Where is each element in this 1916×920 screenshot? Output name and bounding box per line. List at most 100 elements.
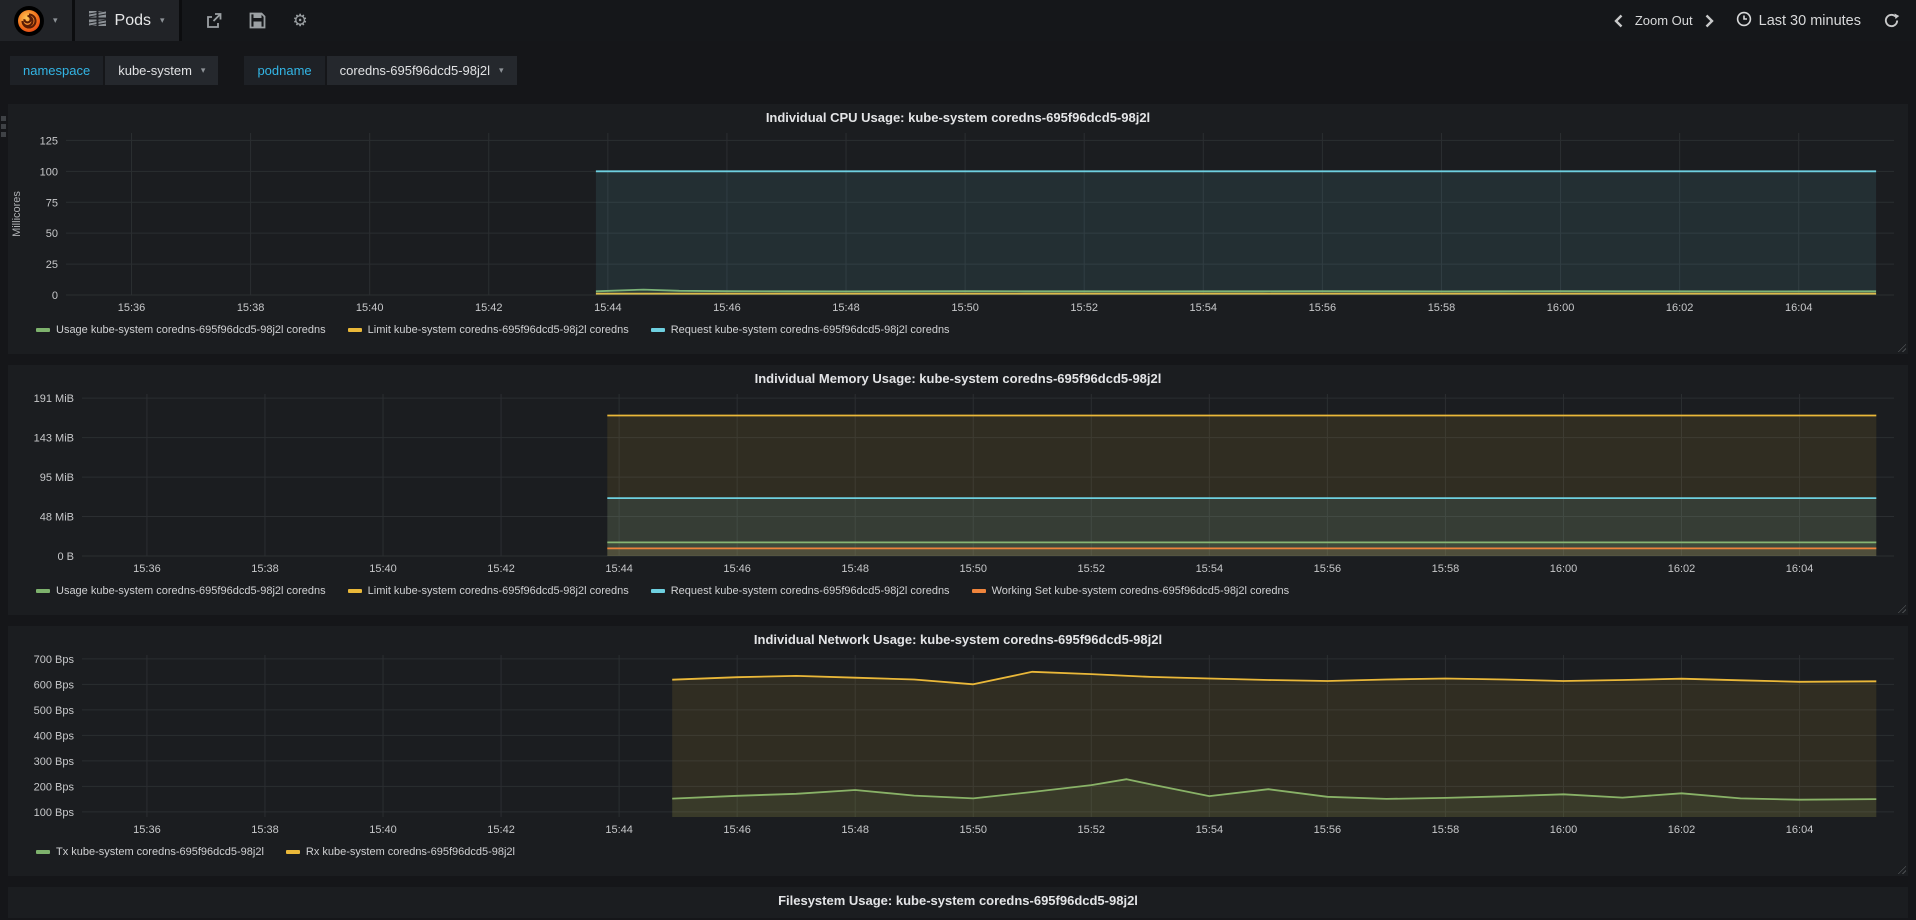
svg-text:15:54: 15:54 (1196, 824, 1224, 836)
svg-text:700 Bps: 700 Bps (34, 654, 75, 666)
clock-icon (1736, 11, 1752, 31)
chevron-down-icon: ▾ (499, 65, 504, 75)
svg-text:100 Bps: 100 Bps (34, 807, 75, 819)
save-button[interactable] (249, 12, 266, 29)
svg-text:15:50: 15:50 (951, 302, 979, 314)
legend-item[interactable]: Usage kube-system coredns-695f96dcd5-98j… (36, 585, 326, 597)
svg-text:16:02: 16:02 (1668, 563, 1696, 575)
svg-text:15:48: 15:48 (841, 563, 869, 575)
cpu-usage-chart[interactable]: 0 25 50 75 100 125 15:36 15:38 15:40 15:42 15:44 15… (8, 127, 1908, 319)
svg-text:15:56: 15:56 (1314, 563, 1342, 575)
legend-item[interactable]: Request kube-system coredns-695f96dcd5-9… (650, 585, 950, 597)
panel-drag-handle[interactable] (1, 116, 6, 137)
svg-text:15:46: 15:46 (723, 824, 751, 836)
legend-item[interactable]: Limit kube-system coredns-695f96dcd5-98j… (347, 585, 629, 597)
svg-text:300 Bps: 300 Bps (34, 756, 75, 768)
svg-text:15:56: 15:56 (1314, 824, 1342, 836)
variable-podname-value-dropdown[interactable]: coredns-695f96dcd5-98j2l ▾ (326, 56, 517, 85)
svg-text:75: 75 (46, 197, 58, 209)
zoom-out-button[interactable]: Zoom Out (1635, 13, 1693, 28)
legend-item[interactable]: Tx kube-system coredns-695f96dcd5-98j2l (36, 846, 264, 858)
svg-text:15:46: 15:46 (723, 563, 751, 575)
legend-series-label: Working Set kube-system coredns-695f96dc… (991, 585, 1290, 597)
svg-text:15:44: 15:44 (605, 824, 633, 836)
panel-resize-handle[interactable] (1896, 603, 1906, 613)
legend-item[interactable]: Limit kube-system coredns-695f96dcd5-98j… (347, 324, 629, 336)
svg-text:15:40: 15:40 (369, 824, 397, 836)
grafana-logo-icon (14, 5, 44, 36)
memory-legend: Usage kube-system coredns-695f96dcd5-98j… (36, 580, 1908, 602)
navbar-time-controls: Zoom Out Last 30 minutes (1614, 0, 1916, 41)
legend-item[interactable]: Usage kube-system coredns-695f96dcd5-98j… (36, 324, 326, 336)
cpu-legend: Usage kube-system coredns-695f96dcd5-98j… (36, 319, 1908, 341)
svg-text:16:04: 16:04 (1786, 824, 1814, 836)
legend-item[interactable]: Working Set kube-system coredns-695f96dc… (971, 585, 1290, 597)
panel-title[interactable]: Individual Network Usage: kube-system co… (8, 626, 1908, 649)
svg-text:16:00: 16:00 (1547, 302, 1575, 314)
memory-usage-chart[interactable]: 0 B 48 MiB 95 MiB 143 MiB 191 MiB 15:36 15:38 1… (8, 388, 1908, 580)
legend-item[interactable]: Rx kube-system coredns-695f96dcd5-98j2l (285, 846, 515, 858)
svg-text:48 MiB: 48 MiB (40, 512, 74, 524)
navbar-tools: ⚙ (182, 0, 330, 41)
dashboard-caret-icon: ▾ (160, 15, 165, 25)
panel-title[interactable]: Individual Memory Usage: kube-system cor… (8, 365, 1908, 388)
panel-resize-handle[interactable] (1896, 342, 1906, 352)
panel-title[interactable]: Filesystem Usage: kube-system coredns-69… (8, 887, 1908, 910)
legend-series-swatch (347, 589, 362, 593)
svg-text:15:38: 15:38 (237, 302, 265, 314)
navbar-sections: ▾ Pods ▾ (0, 0, 182, 41)
svg-text:25: 25 (46, 259, 58, 271)
svg-text:15:58: 15:58 (1428, 302, 1456, 314)
svg-text:15:48: 15:48 (841, 824, 869, 836)
svg-text:15:44: 15:44 (594, 302, 622, 314)
svg-text:125: 125 (40, 135, 58, 147)
svg-text:15:42: 15:42 (487, 824, 515, 836)
time-shift-forward-button[interactable] (1705, 14, 1714, 28)
svg-text:50: 50 (46, 228, 58, 240)
svg-text:15:52: 15:52 (1070, 302, 1098, 314)
legend-series-label: Tx kube-system coredns-695f96dcd5-98j2l (56, 846, 264, 858)
legend-series-swatch (285, 850, 300, 854)
legend-item[interactable]: Request kube-system coredns-695f96dcd5-9… (650, 324, 950, 336)
grafana-menu-caret-icon: ▾ (53, 15, 58, 25)
svg-text:15:52: 15:52 (1078, 824, 1106, 836)
variable-podname-value: coredns-695f96dcd5-98j2l (339, 63, 490, 78)
svg-text:143 MiB: 143 MiB (34, 433, 74, 445)
svg-text:15:58: 15:58 (1432, 563, 1460, 575)
settings-gear-icon[interactable]: ⚙ (293, 12, 308, 29)
dashboard-picker[interactable]: Pods ▾ (74, 0, 179, 41)
svg-text:15:54: 15:54 (1196, 563, 1224, 575)
time-range-label: Last 30 minutes (1758, 12, 1861, 29)
svg-text:15:54: 15:54 (1190, 302, 1218, 314)
svg-text:95 MiB: 95 MiB (40, 472, 74, 484)
time-shift-back-button[interactable] (1614, 14, 1623, 28)
network-usage-chart[interactable]: 100 Bps 200 Bps 300 Bps 400 Bps 500 Bps 600 B… (8, 649, 1908, 841)
svg-text:15:44: 15:44 (605, 563, 633, 575)
dashboard-grid-icon (88, 10, 106, 31)
svg-text:600 Bps: 600 Bps (34, 679, 75, 691)
svg-text:15:50: 15:50 (959, 824, 987, 836)
time-range-picker[interactable]: Last 30 minutes (1736, 11, 1861, 31)
share-button[interactable] (204, 12, 222, 29)
svg-text:15:50: 15:50 (959, 563, 987, 575)
variable-podname: podname coredns-695f96dcd5-98j2l ▾ (244, 56, 517, 85)
refresh-button[interactable] (1883, 12, 1900, 29)
legend-series-label: Usage kube-system coredns-695f96dcd5-98j… (56, 324, 326, 336)
svg-text:191 MiB: 191 MiB (34, 393, 74, 405)
panel-resize-handle[interactable] (1896, 864, 1906, 874)
svg-text:16:04: 16:04 (1786, 563, 1814, 575)
svg-text:15:58: 15:58 (1432, 824, 1460, 836)
chevron-down-icon: ▾ (200, 65, 206, 75)
variable-namespace-value: kube-system (118, 63, 192, 78)
panel-cpu-usage: Individual CPU Usage: kube-system coredn… (8, 104, 1908, 354)
svg-text:15:38: 15:38 (251, 563, 279, 575)
variable-namespace-value-dropdown[interactable]: kube-system ▾ (105, 56, 219, 85)
grafana-menu-button[interactable]: ▾ (0, 0, 72, 41)
panel-title[interactable]: Individual CPU Usage: kube-system coredn… (8, 104, 1908, 127)
panel-filesystem-usage: Filesystem Usage: kube-system coredns-69… (8, 887, 1908, 918)
network-legend: Tx kube-system coredns-695f96dcd5-98j2l R… (36, 841, 1908, 863)
svg-text:15:38: 15:38 (251, 824, 279, 836)
legend-series-swatch (36, 850, 50, 854)
template-variables-row: namespace kube-system ▾ podname coredns-… (0, 41, 1916, 98)
legend-series-label: Request kube-system coredns-695f96dcd5-9… (670, 585, 950, 597)
